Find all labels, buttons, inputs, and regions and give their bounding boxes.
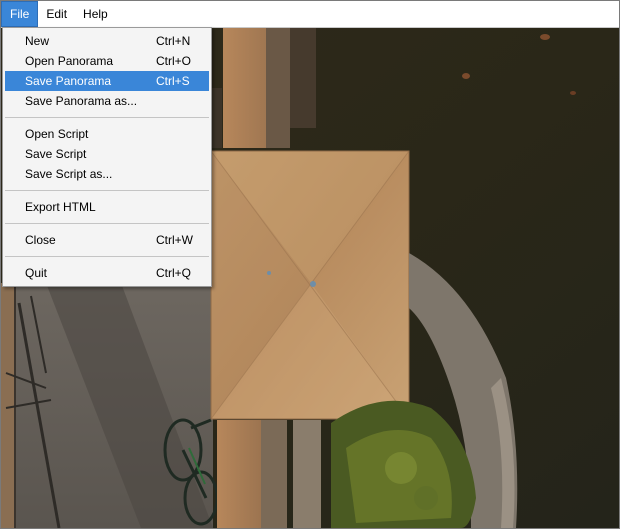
menu-item-new[interactable]: New Ctrl+N (3, 31, 211, 51)
menu-item-export-html[interactable]: Export HTML (3, 197, 211, 217)
menu-item-label: Quit (25, 266, 48, 280)
menu-item-save-script-as[interactable]: Save Script as... (3, 164, 211, 184)
menu-item-open-panorama[interactable]: Open Panorama Ctrl+O (3, 51, 211, 71)
menu-item-label: New (25, 34, 50, 48)
menu-edit[interactable]: Edit (38, 1, 75, 27)
menu-item-label: Save Script (25, 147, 87, 161)
menu-item-close[interactable]: Close Ctrl+W (3, 230, 211, 250)
menu-item-label: Close (25, 233, 56, 247)
menu-separator (5, 256, 209, 257)
menu-bar: File Edit Help (1, 1, 619, 28)
menu-item-open-script[interactable]: Open Script (3, 124, 211, 144)
app-window: File Edit Help New Ctrl+N Open Panorama … (0, 0, 620, 529)
menu-item-label: Save Panorama as... (25, 94, 138, 108)
menu-item-label: Save Panorama (25, 74, 112, 88)
menu-item-save-panorama[interactable]: Save Panorama Ctrl+S (5, 71, 209, 91)
file-menu-dropdown: New Ctrl+N Open Panorama Ctrl+O Save Pan… (2, 27, 212, 287)
menu-separator (5, 223, 209, 224)
menu-item-save-panorama-as[interactable]: Save Panorama as... (3, 91, 211, 111)
menu-item-label: Open Panorama (25, 54, 114, 68)
menu-item-label: Open Script (25, 127, 89, 141)
menu-item-shortcut: Ctrl+N (156, 34, 191, 48)
menu-item-shortcut: Ctrl+Q (156, 266, 192, 280)
menu-item-shortcut: Ctrl+W (156, 233, 193, 247)
menu-item-shortcut: Ctrl+S (156, 74, 190, 88)
menu-item-shortcut: Ctrl+O (156, 54, 192, 68)
menu-separator (5, 117, 209, 118)
menu-item-save-script[interactable]: Save Script (3, 144, 211, 164)
menu-file[interactable]: File (1, 1, 39, 27)
menu-separator (5, 190, 209, 191)
menu-item-label: Export HTML (25, 200, 96, 214)
menu-help[interactable]: Help (75, 1, 116, 27)
menu-item-quit[interactable]: Quit Ctrl+Q (3, 263, 211, 283)
menu-item-label: Save Script as... (25, 167, 113, 181)
